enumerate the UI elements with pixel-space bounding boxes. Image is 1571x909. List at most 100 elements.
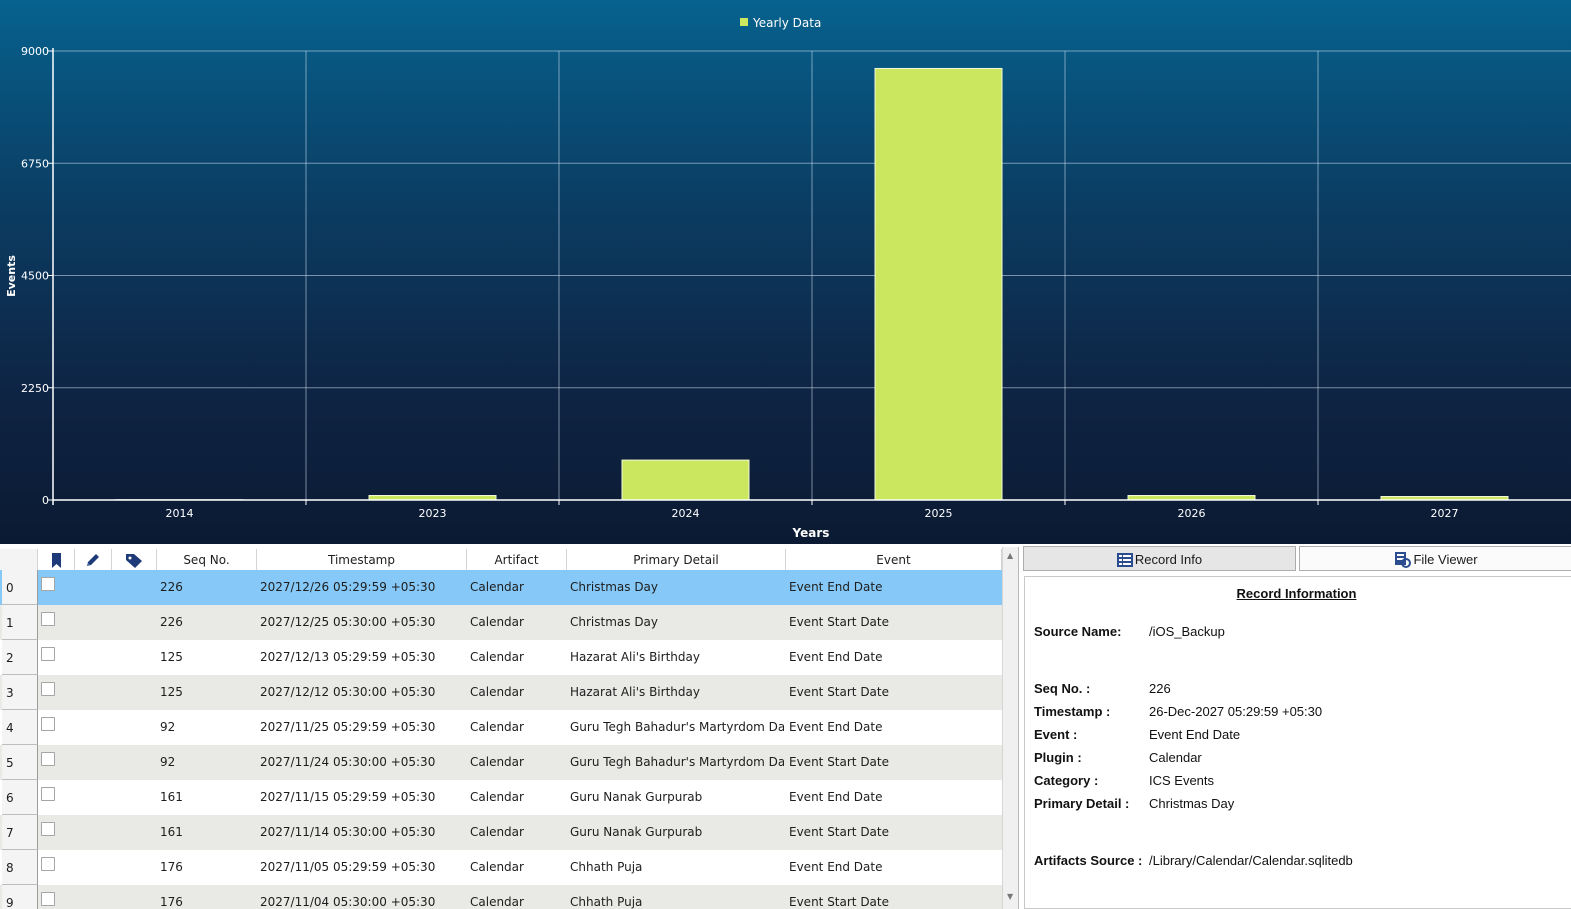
tag-icon [125,554,142,568]
y-tick-label: 4500 [21,270,49,283]
legend-label: Yearly Data [752,16,821,30]
row-index[interactable]: 7 [2,815,38,850]
timestamp-cell: 2027/11/05 05:29:59 +05:30 [260,860,436,874]
record-details-pane: Record Info File Viewer Record Informati… [1020,545,1571,909]
x-axis-ticks: 2014 2023 2024 2025 2026 2027 [166,507,1459,520]
seq-cell: 125 [160,685,183,699]
bar-2025 [874,67,1003,501]
primary-detail-cell: Guru Nanak Gurpurab [570,825,703,839]
event-cell: Event End Date [789,790,883,804]
timestamp-cell: 2027/11/14 05:30:00 +05:30 [260,825,436,839]
timestamp-value: 26-Dec-2027 05:29:59 +05:30 [1149,704,1323,719]
row-index[interactable]: 0 [2,570,38,605]
bookmark-column-header[interactable] [38,549,75,570]
file-viewer-tab-label: File Viewer [1413,552,1478,567]
notes-column-header[interactable] [75,549,112,570]
primary-detail-column-header[interactable]: Primary Detail [567,549,786,570]
row-index[interactable]: 1 [2,605,38,640]
artifact-cell: Calendar [470,790,524,804]
table-row[interactable]: 3 125 2027/12/12 05:30:00 +05:30 Calendar Ha… [0,675,1002,710]
vertical-scrollbar[interactable]: ▲ ▼ [1002,547,1018,909]
legend-swatch [740,18,748,26]
row-index[interactable]: 5 [2,745,38,780]
timestamp-cell: 2027/11/04 05:30:00 +05:30 [260,895,436,909]
artifact-cell: Calendar [470,580,524,594]
scroll-down-arrow-icon[interactable]: ▼ [1007,892,1013,901]
row-checkbox[interactable] [41,577,55,591]
chart-axes [48,48,1571,505]
event-column-header[interactable]: Event [786,549,1002,570]
event-value: Event End Date [1149,727,1241,742]
record-information-box: Record Information Source Name: /iOS_Bac… [1024,576,1571,909]
seq-cell: 161 [160,790,183,804]
y-tick-label: 0 [42,494,49,507]
table-row[interactable]: 0 226 2027/12/26 05:29:59 +05:30 Calendar Ch… [0,570,1002,605]
category-value: ICS Events [1149,773,1215,788]
row-checkbox[interactable] [41,717,55,731]
table-header: Seq No. Timestamp Artifact Primary Detai… [0,549,1004,571]
seq-value: 226 [1149,681,1171,696]
artifacts-source-label: Artifacts Source : [1034,853,1143,868]
row-index[interactable]: 9 [2,885,38,909]
table-row[interactable]: 7 161 2027/11/14 05:30:00 +05:30 Calendar Gu… [0,815,1002,850]
primary-detail-value: Christmas Day [1149,796,1235,811]
row-checkbox[interactable] [41,752,55,766]
table-row[interactable]: 8 176 2027/11/05 05:29:59 +05:30 Calendar Ch… [0,850,1002,885]
table-row[interactable]: 2 125 2027/12/13 05:29:59 +05:30 Calendar Ha… [0,640,1002,675]
record-info-tab[interactable]: Record Info [1023,546,1296,571]
seq-cell: 176 [160,895,183,909]
artifact-cell: Calendar [470,755,524,769]
row-checkbox[interactable] [41,892,55,906]
category-label: Category : [1034,773,1099,788]
y-tick-label: 6750 [21,157,49,170]
timestamp-cell: 2027/11/24 05:30:00 +05:30 [260,755,436,769]
event-cell: Event Start Date [789,615,890,629]
yearly-events-chart: 9000 6750 4500 2250 0 2014 2023 2024 2025 2026 20… [0,0,1571,544]
primary-detail-cell: Hazarat Ali's Birthday [570,685,700,699]
primary-detail-cell: Guru Tegh Bahadur's Martyrdom Day [570,755,784,769]
y-axis-label: Events [5,255,18,297]
timestamp-column-header[interactable]: Timestamp [257,549,467,570]
seq-cell: 226 [160,580,183,594]
events-table: Seq No. Timestamp Artifact Primary Detai… [0,547,1019,909]
source-name-label: Source Name: [1034,624,1122,639]
row-index[interactable]: 3 [2,675,38,710]
row-index[interactable]: 4 [2,710,38,745]
seq-cell: 92 [160,720,176,734]
row-index[interactable]: 2 [2,640,38,675]
row-checkbox[interactable] [41,612,55,626]
timestamp-cell: 2027/11/15 05:29:59 +05:30 [260,790,436,804]
y-tick-label: 2250 [21,382,49,395]
bookmark-icon [51,553,61,568]
table-row[interactable]: 1 226 2027/12/25 05:30:00 +05:30 Calendar Ch… [0,605,1002,640]
row-index[interactable]: 6 [2,780,38,815]
table-row[interactable]: 6 161 2027/11/15 05:29:59 +05:30 Calendar Gu… [0,780,1002,815]
primary-detail-cell: Christmas Day [570,615,659,629]
seq-label: Seq No. : [1034,681,1091,696]
seq-column-header[interactable]: Seq No. [157,549,257,570]
bar-2024 [621,459,750,501]
artifact-column-header[interactable]: Artifact [467,549,567,570]
seq-cell: 176 [160,860,183,874]
row-checkbox[interactable] [41,857,55,871]
row-checkbox[interactable] [41,647,55,661]
scroll-up-arrow-icon[interactable]: ▲ [1007,551,1013,560]
row-checkbox[interactable] [41,822,55,836]
timestamp-cell: 2027/12/13 05:29:59 +05:30 [260,650,436,664]
row-checkbox[interactable] [41,682,55,696]
file-viewer-tab[interactable]: File Viewer [1299,546,1571,571]
row-checkbox[interactable] [41,787,55,801]
source-name-value: /iOS_Backup [1149,624,1225,639]
seq-cell: 161 [160,825,183,839]
primary-detail-cell: Guru Tegh Bahadur's Martyrdom Day [570,720,784,734]
tag-column-header[interactable] [112,549,157,570]
record-info-tab-label: Record Info [1134,552,1203,567]
plugin-label: Plugin : [1034,750,1082,765]
table-row[interactable]: 4 92 2027/11/25 05:29:59 +05:30 Calendar Gur… [0,710,1002,745]
seq-cell: 92 [160,755,176,769]
event-cell: Event Start Date [789,825,890,839]
primary-detail-cell: Hazarat Ali's Birthday [570,650,700,664]
table-row[interactable]: 5 92 2027/11/24 05:30:00 +05:30 Calendar Gur… [0,745,1002,780]
row-index[interactable]: 8 [2,850,38,885]
table-row[interactable]: 9 176 2027/11/04 05:30:00 +05:30 Calendar Ch… [0,885,1002,909]
